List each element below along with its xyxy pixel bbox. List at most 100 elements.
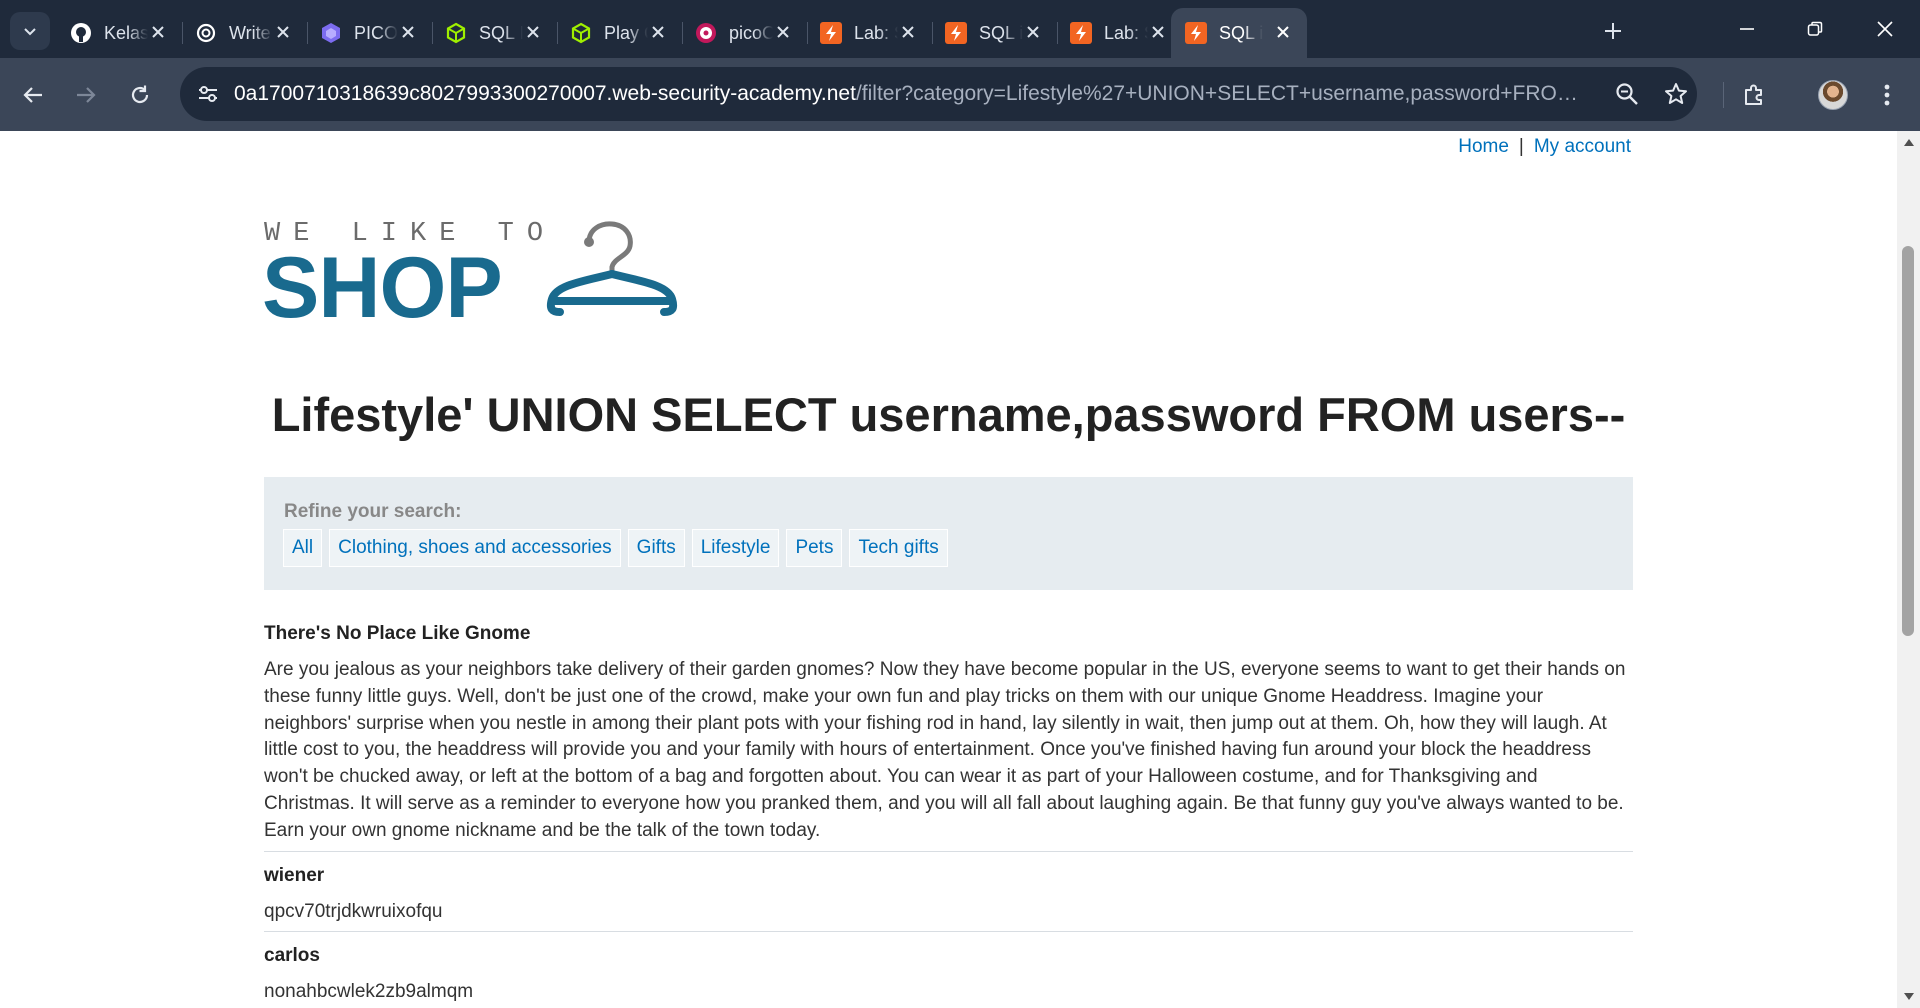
reload-icon: [131, 85, 149, 104]
close-icon[interactable]: [1148, 22, 1168, 42]
arrow-right-icon: [77, 87, 96, 103]
tab-sql-injection-2[interactable]: SQL ir: [933, 8, 1058, 58]
hexagon-icon: [320, 22, 342, 44]
url-host: 0a1700710318639c8027993300270007.web-sec…: [234, 82, 856, 105]
avatar: [1818, 80, 1848, 110]
tab-search-button[interactable]: [10, 12, 50, 50]
close-window-button[interactable]: [1862, 10, 1908, 48]
close-icon[interactable]: [1273, 22, 1293, 42]
nav-separator: |: [1518, 136, 1524, 157]
tab-write[interactable]: Write: [183, 8, 308, 58]
entry-body: Are you jealous as your neighbors take d…: [264, 659, 1626, 841]
toolbar-divider: [1723, 82, 1724, 108]
filter-panel: Refine your search: All Clothing, shoes …: [264, 477, 1633, 590]
tab-title: SQL Ir: [479, 22, 523, 43]
close-icon[interactable]: [773, 22, 793, 42]
bookmark-button[interactable]: [1661, 79, 1691, 109]
back-button[interactable]: [14, 76, 52, 114]
kebab-menu-icon: [1884, 84, 1890, 106]
filter-lifestyle[interactable]: Lifestyle: [691, 529, 780, 567]
entry-body: nonahbcwlek2zb9almqm: [264, 981, 474, 1003]
filter-gifts[interactable]: Gifts: [627, 529, 685, 567]
entry-body: qpcv70trjdkwruixofqu: [264, 900, 443, 922]
tab-title: SQL ir: [979, 22, 1023, 43]
entry-title: There's No Place Like Gnome: [264, 623, 531, 644]
zoom-button[interactable]: [1612, 79, 1642, 109]
filter-tech-gifts[interactable]: Tech gifts: [849, 529, 948, 567]
magnifier-icon: [1616, 83, 1638, 105]
tab-title: Kelas: [104, 22, 148, 43]
tab-play[interactable]: Play C: [558, 8, 683, 58]
tab-kelas[interactable]: Kelas: [58, 8, 183, 58]
filter-links: All Clothing, shoes and accessories Gift…: [283, 529, 948, 567]
tab-lab-1[interactable]: Lab: S: [808, 8, 933, 58]
scrollbar-thumb[interactable]: [1902, 246, 1914, 636]
tab-sql-injection-active[interactable]: SQL ir: [1171, 8, 1307, 58]
tab-picoctf[interactable]: picoC: [683, 8, 808, 58]
url-text[interactable]: 0a1700710318639c8027993300270007.web-sec…: [234, 82, 1590, 106]
results-list: There's No Place Like Gnome Are you jeal…: [264, 623, 1633, 1008]
close-icon[interactable]: [273, 22, 293, 42]
close-icon[interactable]: [648, 22, 668, 42]
reload-button[interactable]: [121, 76, 159, 114]
extensions-button[interactable]: [1735, 76, 1773, 114]
filter-label: Refine your search:: [284, 501, 462, 522]
github-icon: [70, 22, 92, 44]
list-item: carlos nonahbcwlek2zb9almqm: [264, 945, 1633, 1008]
minimize-button[interactable]: [1724, 10, 1770, 48]
close-icon[interactable]: [398, 22, 418, 42]
tab-title: Lab: S: [854, 22, 898, 43]
list-item: There's No Place Like Gnome Are you jeal…: [264, 623, 1633, 852]
portswigger-icon: [1185, 22, 1207, 44]
puzzle-icon: [1745, 84, 1762, 105]
site-logo[interactable]: WE LIKE TO SHOP: [262, 219, 694, 331]
filter-pets[interactable]: Pets: [786, 529, 843, 567]
tune-icon: [199, 86, 217, 102]
top-nav: Home | My account: [1458, 136, 1631, 158]
scroll-down-icon[interactable]: [1903, 992, 1915, 1002]
tab-title: PICOC: [354, 22, 398, 43]
close-icon[interactable]: [523, 22, 543, 42]
openai-icon: [195, 22, 217, 44]
tab-lab-2[interactable]: Lab: S: [1058, 8, 1183, 58]
tab-picoc[interactable]: PICOC: [308, 8, 433, 58]
logo-wordmark: SHOP: [262, 240, 503, 336]
minimize-icon: [1740, 28, 1754, 30]
filter-all[interactable]: All: [283, 529, 323, 567]
filter-clothing[interactable]: Clothing, shoes and accessories: [329, 529, 621, 567]
plus-icon: [1605, 23, 1621, 39]
restore-icon: [1807, 21, 1823, 36]
hanger-icon: [546, 221, 678, 316]
close-icon: [1877, 21, 1893, 37]
tab-title: Write: [229, 22, 271, 43]
close-icon[interactable]: [898, 22, 918, 42]
address-bar[interactable]: 0a1700710318639c8027993300270007.web-sec…: [180, 67, 1697, 121]
forward-button[interactable]: [67, 76, 105, 114]
entry-title: carlos: [264, 945, 320, 967]
arrow-left-icon: [23, 87, 42, 103]
my-account-link[interactable]: My account: [1534, 136, 1631, 157]
cube-icon: [570, 22, 592, 44]
site-info-button[interactable]: [188, 75, 228, 113]
restore-button[interactable]: [1792, 10, 1838, 48]
chevron-down-icon: [24, 28, 36, 36]
close-icon[interactable]: [1023, 22, 1043, 42]
scroll-up-icon[interactable]: [1903, 137, 1915, 147]
portswigger-icon: [945, 22, 967, 44]
tab-title: Lab: S: [1104, 22, 1148, 43]
menu-button[interactable]: [1868, 76, 1906, 114]
list-item: wiener qpcv70trjdkwruixofqu: [264, 865, 1633, 933]
profile-button[interactable]: [1814, 76, 1852, 114]
tab-title: Play C: [604, 22, 648, 43]
home-link[interactable]: Home: [1458, 136, 1509, 157]
star-icon: [1665, 83, 1687, 104]
page-viewport: Home | My account WE LIKE TO SHOP Lifestyl…: [0, 131, 1897, 1008]
tab-sql-injection-1[interactable]: SQL Ir: [433, 8, 558, 58]
new-tab-button[interactable]: [1596, 14, 1630, 48]
portswigger-icon: [1070, 22, 1092, 44]
tab-strip: Kelas Write PICOC SQL Ir Play C picoC La…: [0, 0, 1920, 58]
portswigger-icon: [820, 22, 842, 44]
page-scrollbar[interactable]: [1897, 131, 1920, 1008]
close-icon[interactable]: [148, 22, 168, 42]
tab-title: SQL ir: [1219, 22, 1263, 43]
